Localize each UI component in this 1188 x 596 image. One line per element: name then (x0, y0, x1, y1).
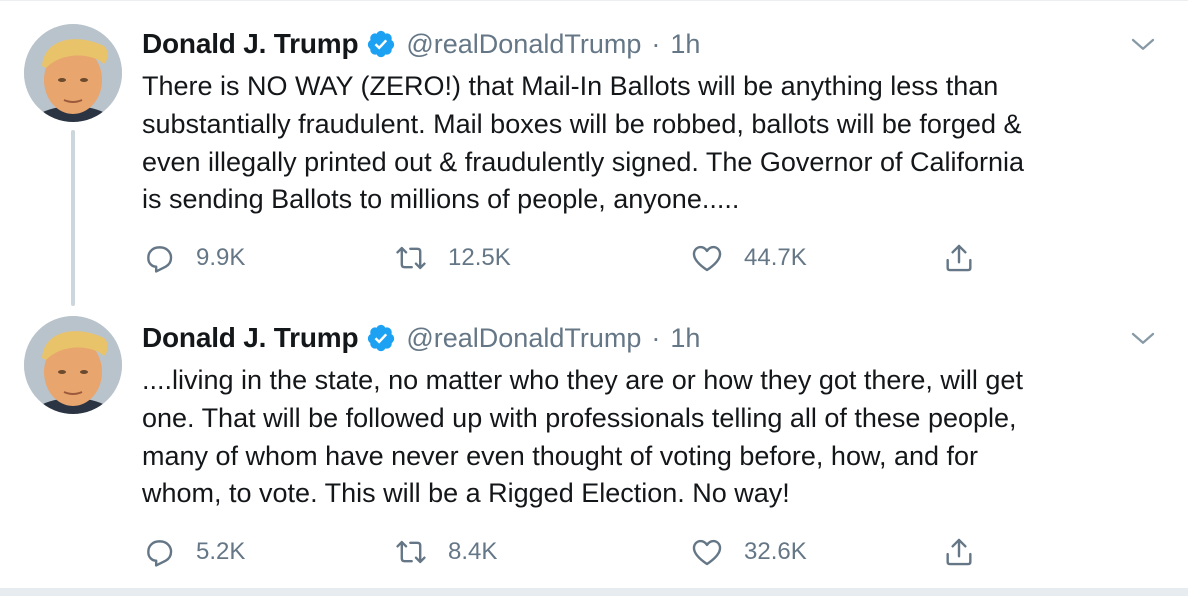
tweet-header: Donald J. Trump @realDonaldTrump · 1h (142, 24, 700, 64)
tweet-text-line: one. That will be followed up with profe… (142, 402, 1017, 433)
reply-count: 9.9K (196, 244, 246, 271)
like-button[interactable]: 44.7K (690, 238, 807, 278)
timestamp[interactable]: 1h (670, 323, 700, 354)
chevron-down-icon[interactable] (1128, 324, 1158, 354)
tweet-actions: 9.9K 12.5K 44.7K (142, 238, 1152, 278)
verified-badge-icon (366, 323, 396, 353)
share-button[interactable] (942, 238, 976, 278)
share-icon (946, 538, 972, 566)
tweet-text-line: even illegally printed out & fraudulentl… (142, 146, 1025, 177)
heart-icon (692, 245, 722, 272)
timeline-divider (0, 588, 1188, 596)
retweet-count: 8.4K (448, 538, 498, 565)
tweet-text-line: ....living in the state, no matter who t… (142, 365, 1023, 395)
retweet-icon (396, 246, 426, 270)
retweet-button[interactable]: 12.5K (394, 238, 511, 278)
separator-dot: · (651, 322, 661, 353)
tweet[interactable]: Donald J. Trump @realDonaldTrump · 1h ..… (0, 296, 1188, 588)
tweet-text-line: whom, to vote. This will be a Rigged Ele… (142, 478, 790, 509)
tweet-text-line: substantially fraudulent. Mail boxes wil… (142, 108, 1022, 139)
avatar[interactable] (24, 24, 122, 122)
reply-icon (147, 246, 173, 273)
reply-count: 5.2K (196, 538, 246, 565)
avatar[interactable] (24, 316, 122, 414)
share-icon (946, 244, 972, 272)
like-count: 44.7K (744, 244, 807, 271)
retweet-button[interactable]: 8.4K (394, 532, 497, 572)
avatar-portrait-icon (24, 24, 122, 122)
author-name[interactable]: Donald J. Trump (142, 322, 359, 354)
share-button[interactable] (942, 532, 976, 572)
author-handle[interactable]: @realDonaldTrump (406, 29, 641, 60)
tweet-text-line: There is NO WAY (ZERO!) that Mail-In Bal… (142, 71, 999, 101)
author-name[interactable]: Donald J. Trump (142, 28, 359, 60)
reply-icon (147, 540, 173, 567)
like-count: 32.6K (744, 538, 807, 565)
verified-badge-icon (366, 29, 396, 59)
tweet-header: Donald J. Trump @realDonaldTrump · 1h (142, 318, 700, 358)
tweet-text-line: is sending Ballots to millions of people… (142, 184, 740, 215)
heart-icon (692, 539, 722, 566)
separator-dot: · (651, 28, 661, 59)
reply-button[interactable]: 5.2K (142, 532, 245, 572)
retweet-icon (396, 540, 426, 564)
timestamp[interactable]: 1h (670, 29, 700, 60)
retweet-count: 12.5K (448, 244, 511, 271)
chevron-down-icon[interactable] (1128, 30, 1158, 60)
avatar-portrait-icon (24, 316, 122, 414)
tweet-actions: 5.2K 8.4K 32.6K (142, 532, 1152, 572)
tweet-text: There is NO WAY (ZERO!) that Mail-In Bal… (142, 68, 1172, 219)
tweet-text: ....living in the state, no matter who t… (142, 362, 1172, 513)
tweet-thread: Donald J. Trump @realDonaldTrump · 1h Th… (0, 0, 1188, 596)
like-button[interactable]: 32.6K (690, 532, 807, 572)
tweet[interactable]: Donald J. Trump @realDonaldTrump · 1h Th… (0, 0, 1188, 296)
author-handle[interactable]: @realDonaldTrump (406, 323, 641, 354)
tweet-text-line: many of whom have never even thought of … (142, 440, 979, 471)
reply-button[interactable]: 9.9K (142, 238, 245, 278)
